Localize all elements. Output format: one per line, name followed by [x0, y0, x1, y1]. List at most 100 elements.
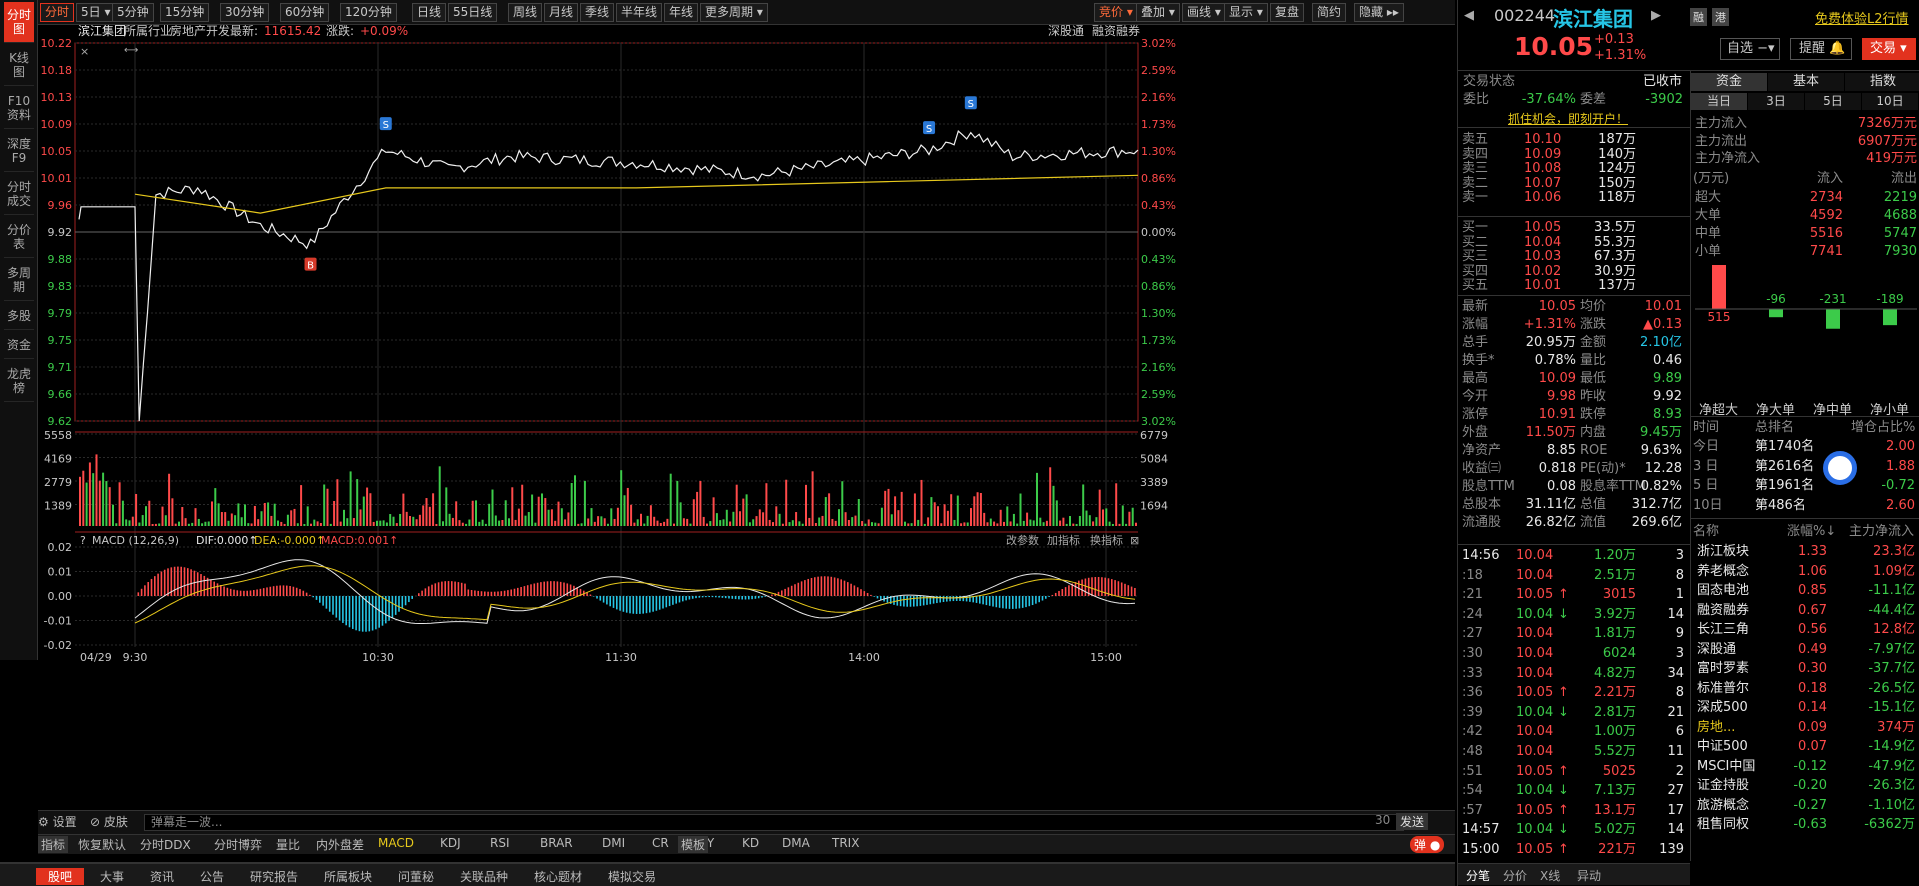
- indicator-tab-15[interactable]: TRIX: [832, 836, 859, 850]
- promo-link[interactable]: 抓住机会，即刻开户！: [1508, 110, 1628, 127]
- hk-connect-link[interactable]: 深股通: [1048, 24, 1084, 38]
- vtab-3[interactable]: 深度F9: [4, 131, 34, 172]
- margin-link[interactable]: 融资融券: [1092, 23, 1140, 38]
- fund-in: 5516: [1809, 226, 1843, 241]
- period-tab-3[interactable]: 15分钟: [160, 3, 210, 22]
- l2-trial-link[interactable]: 免费体验L2行情: [1815, 8, 1909, 27]
- vtab-6[interactable]: 多周期: [4, 260, 34, 301]
- period-tab-6[interactable]: 120分钟: [340, 3, 397, 22]
- period-tab-4[interactable]: 30分钟: [220, 3, 270, 22]
- trade-marker[interactable]: S: [379, 117, 392, 131]
- vtab-7[interactable]: 多股: [4, 303, 34, 330]
- send-button[interactable]: 发送: [1396, 813, 1429, 830]
- bottom-tab-8[interactable]: 核心题材: [534, 868, 582, 885]
- bottom-tab-3[interactable]: 公告: [200, 868, 224, 885]
- vtab-4[interactable]: 分时成交: [4, 174, 34, 215]
- indicator-tab-14[interactable]: DMA: [782, 836, 810, 850]
- period-tab-8[interactable]: 55日线: [448, 3, 498, 22]
- period-tab-12[interactable]: 半年线: [616, 3, 663, 22]
- indicator-tab-3[interactable]: 分时博弈: [214, 836, 262, 853]
- indicator-tab-5[interactable]: 内外盘差: [316, 836, 364, 853]
- indicator-tab-8[interactable]: RSI: [490, 836, 510, 850]
- tool-button-4[interactable]: 复盘: [1270, 3, 1305, 22]
- alert-button[interactable]: 提醒 🔔: [1790, 38, 1852, 60]
- fund-subtab-1[interactable]: 3日: [1748, 93, 1804, 110]
- trade-marker[interactable]: S: [923, 121, 936, 135]
- indicator-tab-4[interactable]: 量比: [276, 836, 300, 853]
- bottom-tab-0[interactable]: 股吧: [36, 868, 85, 885]
- tool-button-3[interactable]: 显示 ▾: [1224, 3, 1268, 22]
- period-tab-7[interactable]: 日线: [412, 3, 447, 22]
- period-tab-13[interactable]: 年线: [664, 3, 699, 22]
- trade-button[interactable]: 交易 ▾: [1862, 38, 1916, 60]
- period-tab-5[interactable]: 60分钟: [280, 3, 330, 22]
- settings-button[interactable]: ⚙ 设置: [38, 813, 77, 830]
- assistant-float-icon[interactable]: [1823, 451, 1857, 485]
- period-tab-10[interactable]: 月线: [544, 3, 579, 22]
- indicator-tab-0[interactable]: 指标: [38, 836, 69, 853]
- vtab-1[interactable]: K线图: [4, 45, 34, 86]
- danmu-toggle[interactable]: 弹 ●: [1410, 836, 1445, 853]
- right-arrow-icon[interactable]: ▶: [1651, 8, 1661, 23]
- fund-tab-1[interactable]: 基本: [1768, 73, 1844, 91]
- macd-help-icon[interactable]: ?: [80, 534, 86, 547]
- fund-subtab-2[interactable]: 5日: [1805, 93, 1861, 110]
- fund-out: 2219: [1883, 190, 1917, 205]
- bottom-tab-9[interactable]: 模拟交易: [608, 868, 656, 885]
- fund-tab-0[interactable]: 资金: [1691, 73, 1767, 91]
- close-panel-icon[interactable]: ⊠: [1130, 534, 1139, 547]
- fund-subtab-0[interactable]: 当日: [1691, 93, 1747, 110]
- trade-tab-0[interactable]: 分笔: [1466, 867, 1490, 884]
- tool-button-0[interactable]: 竞价 ▾: [1094, 3, 1138, 22]
- trade-tab-2[interactable]: X线: [1540, 867, 1560, 884]
- fund-tab-2[interactable]: 指数: [1845, 73, 1919, 91]
- add-indicator-button[interactable]: 加指标: [1047, 533, 1080, 547]
- trade-marker[interactable]: B: [304, 257, 317, 272]
- vtab-9[interactable]: 龙虎榜: [4, 361, 34, 402]
- fund-subtab-3[interactable]: 10日: [1862, 93, 1918, 110]
- indicator-tab-1[interactable]: 恢复默认: [78, 836, 126, 853]
- tool-button-2[interactable]: 画线 ▾: [1182, 3, 1226, 22]
- indicator-tab-6[interactable]: MACD: [378, 836, 414, 850]
- period-tab-9[interactable]: 周线: [508, 3, 543, 22]
- chart-svg[interactable]: 滨江集团所属行业:房地产开发 最新: 11615.42 涨跌: +0.09% 深股通 融资融…: [38, 23, 1455, 805]
- trade-tab-1[interactable]: 分价: [1503, 867, 1527, 884]
- indicator-tab-10[interactable]: DMI: [602, 836, 625, 850]
- swap-indicator-button[interactable]: 换指标: [1090, 533, 1123, 547]
- bottom-tab-2[interactable]: 资讯: [150, 868, 174, 885]
- period-tab-11[interactable]: 季线: [580, 3, 615, 22]
- bottom-tab-5[interactable]: 所属板块: [324, 868, 372, 885]
- vtab-0[interactable]: 分时图: [4, 2, 34, 43]
- indicator-tab-13[interactable]: KD: [742, 836, 759, 850]
- indicator-tab-2[interactable]: 分时DDX: [140, 836, 191, 853]
- crosshair-icon[interactable]: ⟷: [124, 45, 138, 56]
- close-chart-icon[interactable]: ×: [80, 45, 89, 58]
- vtab-5[interactable]: 分价表: [4, 217, 34, 258]
- tool-button-1[interactable]: 叠加 ▾: [1136, 3, 1180, 22]
- change-params-button[interactable]: 改参数: [1006, 533, 1039, 547]
- bottom-tab-1[interactable]: 大事: [100, 868, 124, 885]
- indicator-tab-16[interactable]: 模板: [678, 836, 709, 853]
- tool-button-6[interactable]: 隐藏 ▸▸: [1354, 3, 1404, 22]
- indicator-tab-9[interactable]: BRAR: [540, 836, 573, 850]
- danmu-input[interactable]: 弹幕走一波...: [144, 814, 1404, 831]
- period-tab-2[interactable]: 5分钟: [112, 3, 154, 22]
- period-tab-14[interactable]: 更多周期 ▾: [700, 3, 768, 22]
- watchlist-button[interactable]: 自选 −▾: [1720, 38, 1780, 60]
- tool-button-5[interactable]: 简约: [1312, 3, 1347, 22]
- vtab-8[interactable]: 资金: [4, 332, 34, 359]
- indicator-tab-11[interactable]: CR: [652, 836, 669, 850]
- skin-button[interactable]: ⊘ 皮肤: [90, 813, 128, 830]
- bottom-tab-6[interactable]: 问董秘: [398, 868, 434, 885]
- vtab-2[interactable]: F10资料: [4, 88, 34, 129]
- indicator-tab-7[interactable]: KDJ: [440, 836, 461, 850]
- trade-price: 10.04: [1516, 646, 1554, 661]
- trade-tab-3[interactable]: 异动: [1577, 867, 1601, 884]
- intraday-chart[interactable]: 滨江集团 所属行业: 房地产开发 最新: 11615.42 涨跌: +0.09% 深股通 融资融…: [38, 23, 1455, 805]
- period-tab-1[interactable]: 5日 ▾: [76, 3, 116, 22]
- left-arrow-icon[interactable]: ◀: [1464, 8, 1474, 23]
- bottom-tab-4[interactable]: 研究报告: [250, 868, 298, 885]
- trade-marker[interactable]: S: [964, 96, 977, 110]
- bottom-tab-7[interactable]: 关联品种: [460, 868, 508, 885]
- period-tab-0[interactable]: 分时: [40, 3, 75, 22]
